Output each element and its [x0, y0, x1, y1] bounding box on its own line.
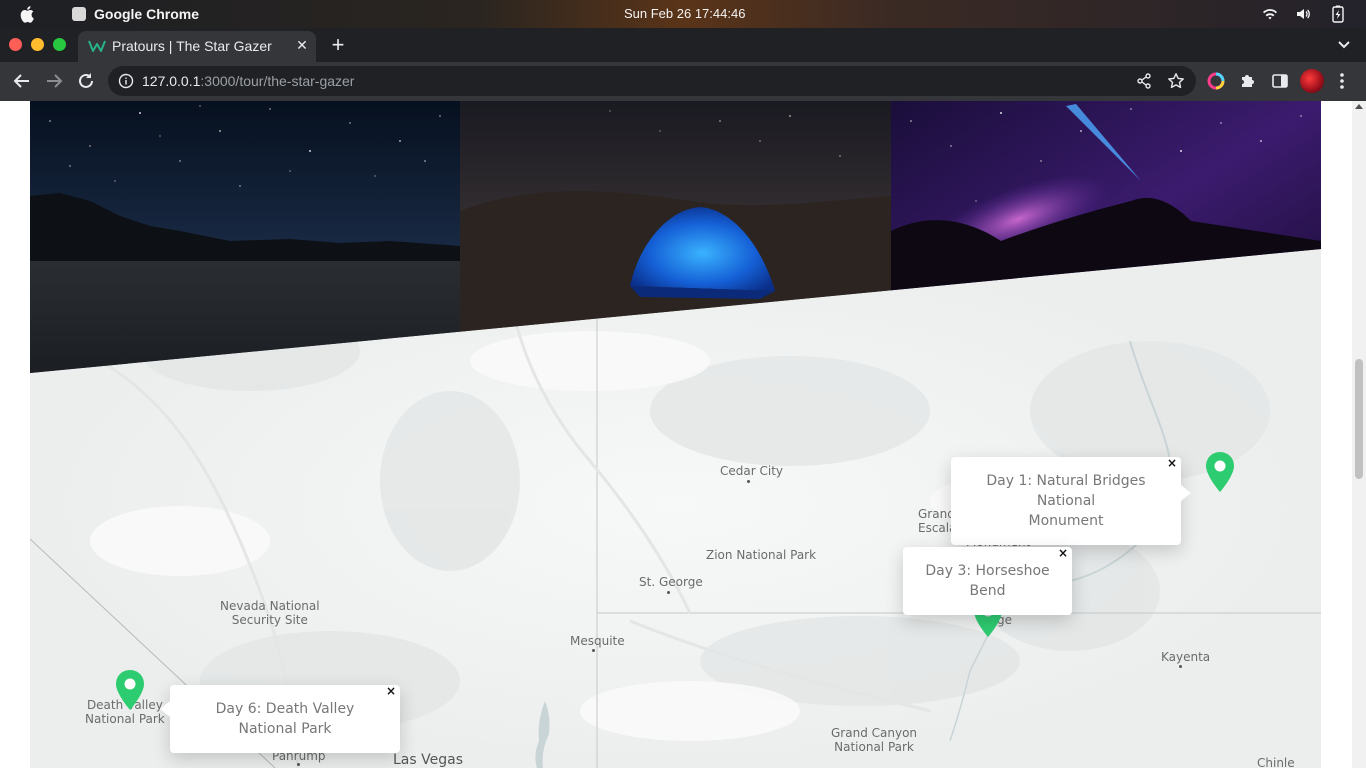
map-label-kayenta: Kayenta	[1161, 650, 1211, 664]
popup-close-icon[interactable]: ×	[384, 684, 398, 698]
window-minimize-button[interactable]	[31, 38, 44, 51]
popup-day-1-line1: Day 1: Natural Bridges National	[986, 473, 1146, 509]
battery-charging-icon[interactable]	[1329, 5, 1347, 23]
tour-photo-1[interactable]	[30, 101, 460, 373]
url-text[interactable]: 127.0.0.1:3000/tour/the-star-gazer	[142, 73, 354, 89]
window-close-button[interactable]	[9, 38, 22, 51]
map-popup-day-3: Day 3: Horseshoe Bend ×	[903, 546, 1072, 615]
map-label-las-vegas: Las Vegas	[393, 752, 463, 768]
scrollbar-thumb[interactable]	[1355, 359, 1363, 479]
map-popup-day-1: Day 1: Natural Bridges National Monument…	[951, 456, 1191, 545]
map-label-nevada-line2: Security Site	[231, 613, 308, 627]
tab-close-icon[interactable]: ✕	[294, 37, 310, 53]
site-favicon-icon	[88, 40, 106, 52]
url-path: :3000/tour/the-star-gazer	[200, 73, 355, 89]
popup-day-3-text: Day 3: Horseshoe Bend	[925, 563, 1050, 599]
map-dot-mesquite	[592, 649, 595, 652]
map-label-nevada-security-site: Nevada National Security Site	[220, 599, 320, 627]
map-label-st-george: St. George	[639, 575, 703, 589]
marker-fill	[116, 670, 144, 710]
popup-close-icon[interactable]: ×	[1165, 456, 1179, 470]
popup-day-1-line2: Monument	[1028, 513, 1104, 529]
popup-tip	[160, 701, 170, 717]
profile-avatar[interactable]	[1300, 69, 1324, 93]
back-arrow-icon[interactable]	[12, 71, 32, 91]
map-label-cedar-city: Cedar City	[720, 464, 783, 478]
url-host: 127.0.0.1	[142, 73, 201, 89]
tab-active[interactable]: Pratours | The Star Gazer ✕	[78, 31, 316, 62]
forward-arrow-icon[interactable]	[44, 71, 64, 91]
extensions-puzzle-icon[interactable]	[1239, 72, 1257, 90]
map-label-grand-canyon-line2: National Park	[834, 740, 914, 754]
map-popup-day-6: Day 6: Death Valley National Park ×	[160, 684, 400, 753]
os-top-bar: Google Chrome Sun Feb 26 17:44:46	[0, 0, 1366, 28]
volume-icon[interactable]	[1294, 5, 1312, 23]
map-marker-death-valley-icon[interactable]	[114, 669, 146, 711]
bookmark-star-icon[interactable]	[1167, 72, 1185, 90]
popup-day-6-text: Day 6: Death Valley National Park	[215, 701, 355, 737]
map-label-grand-canyon-line1: Grand Canyon	[831, 726, 918, 740]
site-info-icon[interactable]	[118, 73, 134, 89]
map-label-grand-canyon: Grand Canyon National Park	[831, 726, 917, 754]
popup-tip	[1181, 485, 1191, 501]
address-bar[interactable]: 127.0.0.1:3000/tour/the-star-gazer	[108, 66, 1196, 96]
wifi-icon[interactable]	[1261, 5, 1279, 23]
map-label-death-valley-line2: National Park	[85, 712, 165, 726]
browser-toolbar: 127.0.0.1:3000/tour/the-star-gazer	[0, 62, 1366, 101]
map-label-zion: Zion National Park	[706, 548, 817, 562]
map-dot-st-george	[667, 591, 670, 594]
active-app-name[interactable]: Google Chrome	[94, 6, 199, 22]
new-tab-button[interactable]: +	[328, 34, 348, 56]
map-dot-cedar-city	[747, 480, 750, 483]
page-viewport: Cedar City Grand Escalante National Monu…	[0, 101, 1366, 768]
map-label-mesquite: Mesquite	[570, 634, 625, 648]
marker-fill	[1206, 452, 1234, 492]
tab-title: Pratours | The Star Gazer	[112, 38, 272, 54]
window-maximize-button[interactable]	[53, 38, 66, 51]
apple-logo-icon[interactable]	[18, 4, 38, 24]
map-dot-pahrump	[297, 763, 300, 766]
tour-photo-1-image	[30, 101, 460, 373]
popup-close-icon[interactable]: ×	[1056, 546, 1070, 560]
scroll-up-arrow-icon[interactable]	[1355, 104, 1363, 109]
chrome-app-icon	[72, 7, 86, 21]
map-marker-natural-bridges-icon[interactable]	[1204, 451, 1236, 493]
share-icon[interactable]	[1135, 72, 1153, 90]
map-dot-kayenta	[1179, 665, 1182, 668]
tab-search-chevron-icon[interactable]	[1336, 38, 1352, 52]
reload-icon[interactable]	[76, 71, 96, 91]
color-extension-icon[interactable]	[1207, 72, 1225, 90]
map-label-nevada-line1: Nevada National	[220, 599, 320, 613]
map-label-chinle: Chinle	[1257, 756, 1295, 768]
system-clock[interactable]: Sun Feb 26 17:44:46	[624, 6, 745, 21]
more-menu-icon[interactable]	[1338, 71, 1346, 91]
side-panel-icon[interactable]	[1271, 72, 1289, 90]
page-scrollbar[interactable]	[1352, 101, 1366, 768]
browser-tab-strip: Pratours | The Star Gazer ✕	[0, 28, 1366, 62]
